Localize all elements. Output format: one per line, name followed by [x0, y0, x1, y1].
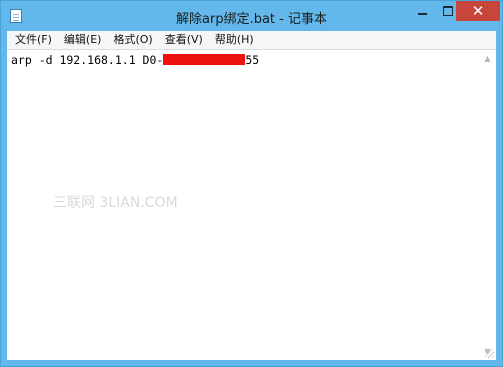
vertical-scrollbar[interactable]: ▲ ▼ [479, 50, 496, 360]
menu-format[interactable]: 格式(O) [108, 31, 159, 49]
scroll-up-icon[interactable]: ▲ [479, 50, 496, 67]
redaction-mark [163, 54, 246, 65]
text-editor-area[interactable]: arp -d 192.168.1.1 D0- 55 三联网 3LIAN.COM ▲… [7, 49, 496, 360]
notepad-window: 解除arp绑定.bat - 记事本 ✕ 文件(F) 编辑(E) 格式(O) 查看… [0, 0, 503, 367]
close-button[interactable]: ✕ [456, 1, 500, 21]
close-icon: ✕ [471, 2, 485, 20]
watermark: 三联网 3LIAN.COM [53, 195, 178, 211]
menu-file[interactable]: 文件(F) [10, 31, 59, 49]
text-line-suffix: 55 [245, 53, 260, 67]
resize-grip-icon[interactable] [485, 349, 494, 358]
menu-bar: 文件(F) 编辑(E) 格式(O) 查看(V) 帮助(H) [7, 31, 496, 49]
menu-help[interactable]: 帮助(H) [210, 31, 261, 49]
title-bar[interactable]: 解除arp绑定.bat - 记事本 ✕ [1, 1, 502, 31]
text-line-prefix: arp -d 192.168.1.1 D0- [11, 53, 164, 67]
menu-view[interactable]: 查看(V) [160, 31, 210, 49]
minimize-button[interactable] [409, 1, 435, 21]
maximize-icon [443, 6, 453, 16]
menu-edit[interactable]: 编辑(E) [59, 31, 109, 49]
text-line-1: arp -d 192.168.1.1 D0- 55 [11, 53, 259, 67]
minimize-icon [417, 13, 427, 15]
